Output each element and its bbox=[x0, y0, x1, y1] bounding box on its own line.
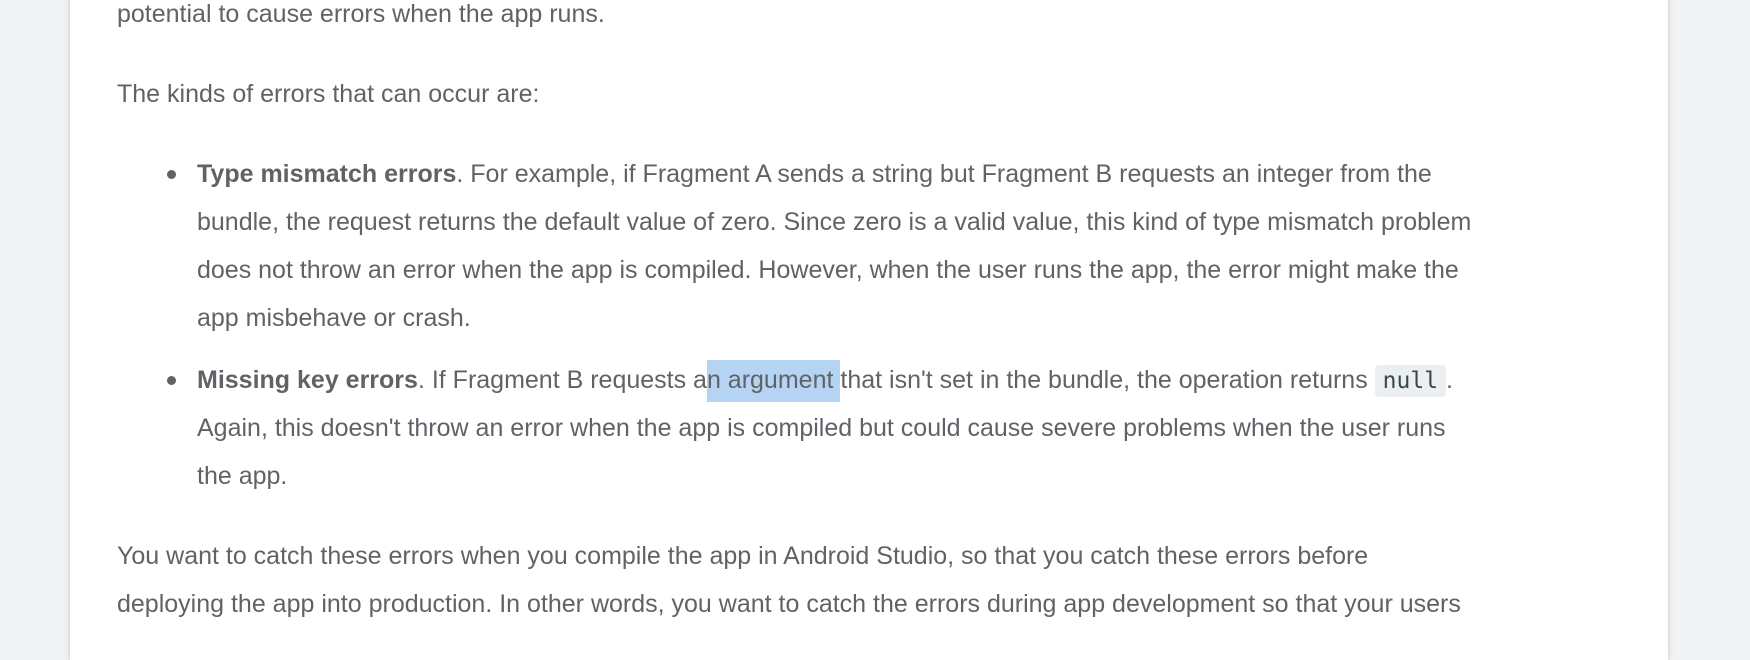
closing-line-2: deploying the app into production. In ot… bbox=[117, 590, 1461, 618]
type-mismatch-line-2: bundle, the request returns the default … bbox=[197, 208, 1472, 236]
missing-key-line-1: Missing key errors. If Fragment B reques… bbox=[197, 356, 1637, 404]
intro-tail-text: potential to cause errors when the app r… bbox=[117, 0, 605, 28]
closing-line-1: You want to catch these errors when you … bbox=[117, 542, 1369, 570]
kinds-intro-text: The kinds of errors that can occur are: bbox=[117, 80, 540, 108]
type-mismatch-line-4: app misbehave or crash. bbox=[197, 304, 471, 332]
bullet-icon bbox=[167, 170, 176, 179]
type-mismatch-title: Type mismatch errors bbox=[197, 160, 457, 188]
selected-text[interactable]: n argument bbox=[706, 360, 841, 402]
missing-key-line-2: Again, this doesn't throw an error when … bbox=[197, 414, 1446, 442]
bullet-icon bbox=[167, 376, 176, 385]
missing-key-title: Missing key errors bbox=[197, 366, 418, 394]
list-item-type-mismatch: Type mismatch errors. For example, if Fr… bbox=[167, 150, 1637, 342]
list-item-missing-key: Missing key errors. If Fragment B reques… bbox=[167, 356, 1637, 500]
missing-key-period: . bbox=[1446, 366, 1453, 394]
type-mismatch-line-1: Type mismatch errors. For example, if Fr… bbox=[197, 150, 1637, 198]
type-mismatch-line-3: does not throw an error when the app is … bbox=[197, 256, 1459, 284]
type-mismatch-text-1: . For example, if Fragment A sends a str… bbox=[456, 160, 1432, 188]
null-code: null bbox=[1374, 365, 1447, 397]
missing-key-text-after: that isn't set in the bundle, the operat… bbox=[840, 366, 1375, 394]
missing-key-text-before: . If Fragment B requests a bbox=[417, 366, 707, 394]
missing-key-line-3: the app. bbox=[197, 462, 288, 490]
